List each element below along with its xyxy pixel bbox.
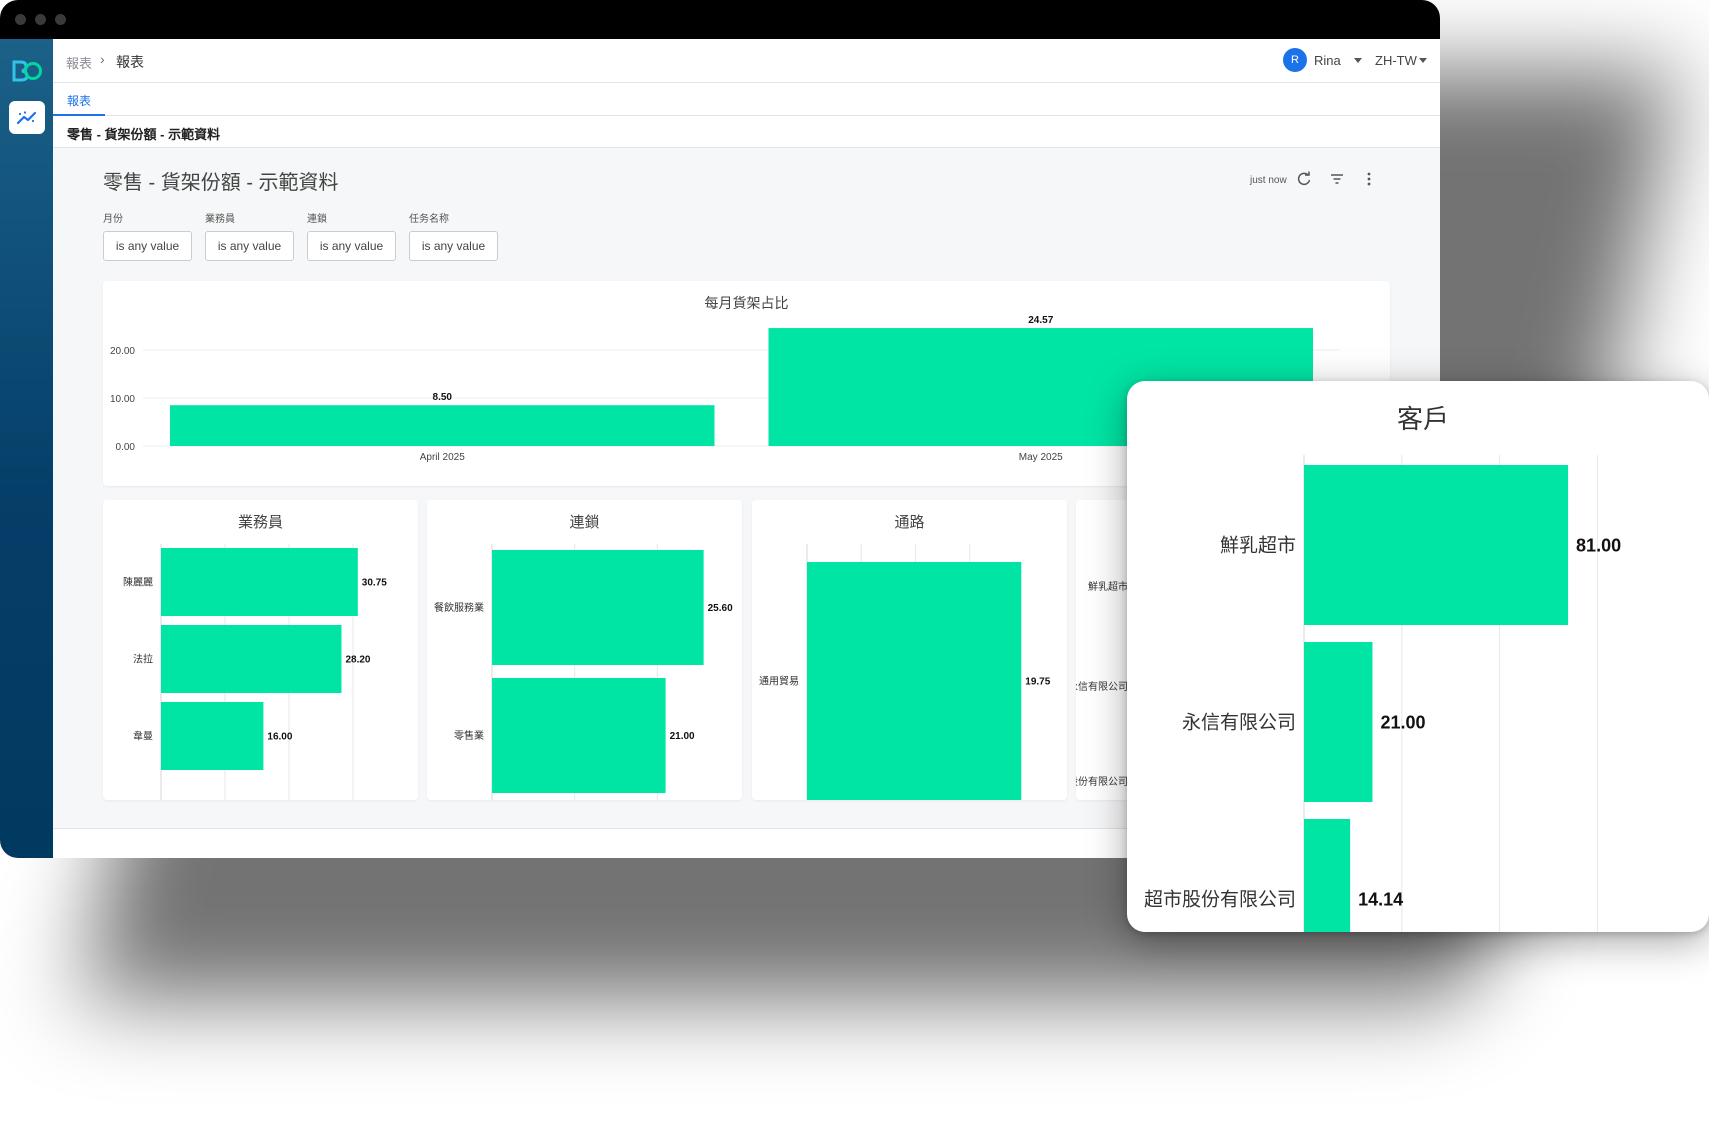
category-label: 超市股份有限公司 <box>1144 889 1296 911</box>
data-label: 25.60 <box>708 603 733 614</box>
bar <box>492 678 666 793</box>
sidebar <box>0 39 53 858</box>
filter-input-salesperson[interactable]: is any value <box>205 231 294 261</box>
filter-input-task-name[interactable]: is any value <box>409 231 498 261</box>
refresh-icon[interactable] <box>1295 170 1313 188</box>
bar <box>170 405 715 446</box>
bar <box>492 550 704 665</box>
bar <box>1304 642 1373 802</box>
chart-salesperson: 30.75 陳麗麗 28.20 法拉 16.00 韋曼 <box>123 544 387 800</box>
language-selector[interactable]: ZH-TW <box>1375 53 1417 68</box>
breadcrumb-separator: › <box>100 51 105 67</box>
bar <box>161 702 264 770</box>
tab-reports[interactable]: 報表 <box>53 83 105 116</box>
chevron-down-icon[interactable] <box>1419 58 1427 63</box>
chart-card-chain: 連鎖 25.60 餐飲服務業 21.00 零售業 <box>427 500 742 800</box>
y-tick-label: 10.00 <box>110 394 135 405</box>
window-maximize-dot[interactable] <box>55 14 66 25</box>
sidebar-item-reports[interactable] <box>9 101 45 134</box>
category-label: 超市股份有限公司 <box>1076 775 1128 788</box>
x-tick-label: April 2025 <box>420 452 465 463</box>
tab-bar: 報表 <box>53 83 1440 116</box>
data-label: 24.57 <box>1028 315 1053 326</box>
dashboard-title: 零售 - 貨架份額 - 示範資料 <box>103 172 339 194</box>
data-label: 21.00 <box>670 731 695 742</box>
top-navbar: 報表 › 報表 R Rina ZH-TW <box>53 39 1440 83</box>
data-label: 30.75 <box>362 578 387 589</box>
trending-up-icon <box>16 110 37 124</box>
filter-label: 月份 <box>103 214 123 225</box>
data-label: 8.50 <box>433 392 453 403</box>
data-label: 19.75 <box>1025 677 1050 688</box>
breadcrumb-current: 報表 <box>116 54 144 70</box>
chart-card-salesperson: 業務員 30.75 陳麗麗 28.20 法拉 16.00 韋曼 <box>103 500 418 800</box>
bar <box>161 625 342 693</box>
bar <box>807 562 1022 800</box>
x-tick-label: May 2025 <box>1019 452 1063 463</box>
chart-chain: 25.60 餐飲服務業 21.00 零售業 <box>434 544 733 800</box>
user-menu[interactable]: Rina <box>1314 53 1341 68</box>
data-label: 14.14 <box>1358 889 1403 909</box>
window-minimize-dot[interactable] <box>35 14 46 25</box>
filter-month: 月份 is any value <box>103 210 192 261</box>
filter-chain: 連鎖 is any value <box>307 210 396 261</box>
filter-task-name: 任务名称 is any value <box>409 210 498 261</box>
filter-label: 連鎖 <box>307 214 327 225</box>
chart-card-channel: 通路 19.75 通用貿易 <box>752 500 1067 800</box>
category-label: 韋曼 <box>133 731 153 743</box>
customer-chart-zoom-card: 客戶 81.00 鮮乳超市 21.00 永信有限公司 14.14 超市股份有限公司 <box>1127 381 1709 932</box>
data-label: 16.00 <box>267 732 292 743</box>
y-tick-label: 0.00 <box>116 442 136 453</box>
chevron-down-icon[interactable] <box>1354 58 1362 63</box>
filter-salesperson: 業務員 is any value <box>205 210 294 261</box>
data-label: 21.00 <box>1380 712 1425 732</box>
filter-label: 業務員 <box>205 214 235 225</box>
filter-input-chain[interactable]: is any value <box>307 231 396 261</box>
category-label: 鮮乳超市 <box>1220 535 1296 557</box>
category-label: 零售業 <box>454 729 484 742</box>
chart-channel: 19.75 通用貿易 <box>759 544 1051 800</box>
more-vertical-icon[interactable] <box>1360 170 1378 188</box>
page-title: 零售 - 貨架份額 - 示範資料 <box>67 127 221 142</box>
y-tick-label: 20.00 <box>110 346 135 357</box>
filter-input-month[interactable]: is any value <box>103 231 192 261</box>
window-close-dot[interactable] <box>15 14 26 25</box>
chart-customer: 81.00 鮮乳超市 21.00 永信有限公司 14.14 超市股份有限公司 <box>1144 455 1621 932</box>
filter-label: 任务名称 <box>409 214 449 225</box>
page-subheader: 零售 - 貨架份額 - 示範資料 <box>53 116 1440 148</box>
last-refreshed-text: just now <box>1250 175 1287 186</box>
category-label: 鮮乳超市 <box>1088 580 1128 593</box>
category-label: 永信有限公司 <box>1182 712 1296 734</box>
window-titlebar <box>0 0 1440 39</box>
category-label: 永信有限公司 <box>1076 680 1128 693</box>
filter-icon[interactable] <box>1328 170 1346 188</box>
category-label: 法拉 <box>133 653 153 666</box>
breadcrumb-root[interactable]: 報表 <box>66 53 92 72</box>
app-logo <box>12 60 42 82</box>
avatar[interactable]: R <box>1283 48 1307 72</box>
data-label: 28.20 <box>345 655 370 666</box>
category-label: 通用貿易 <box>759 676 799 688</box>
bar <box>161 548 358 616</box>
data-label: 81.00 <box>1576 535 1621 555</box>
category-label: 陳麗麗 <box>123 577 153 589</box>
bar <box>1304 465 1569 625</box>
bar <box>1304 819 1351 932</box>
category-label: 餐飲服務業 <box>434 601 484 614</box>
